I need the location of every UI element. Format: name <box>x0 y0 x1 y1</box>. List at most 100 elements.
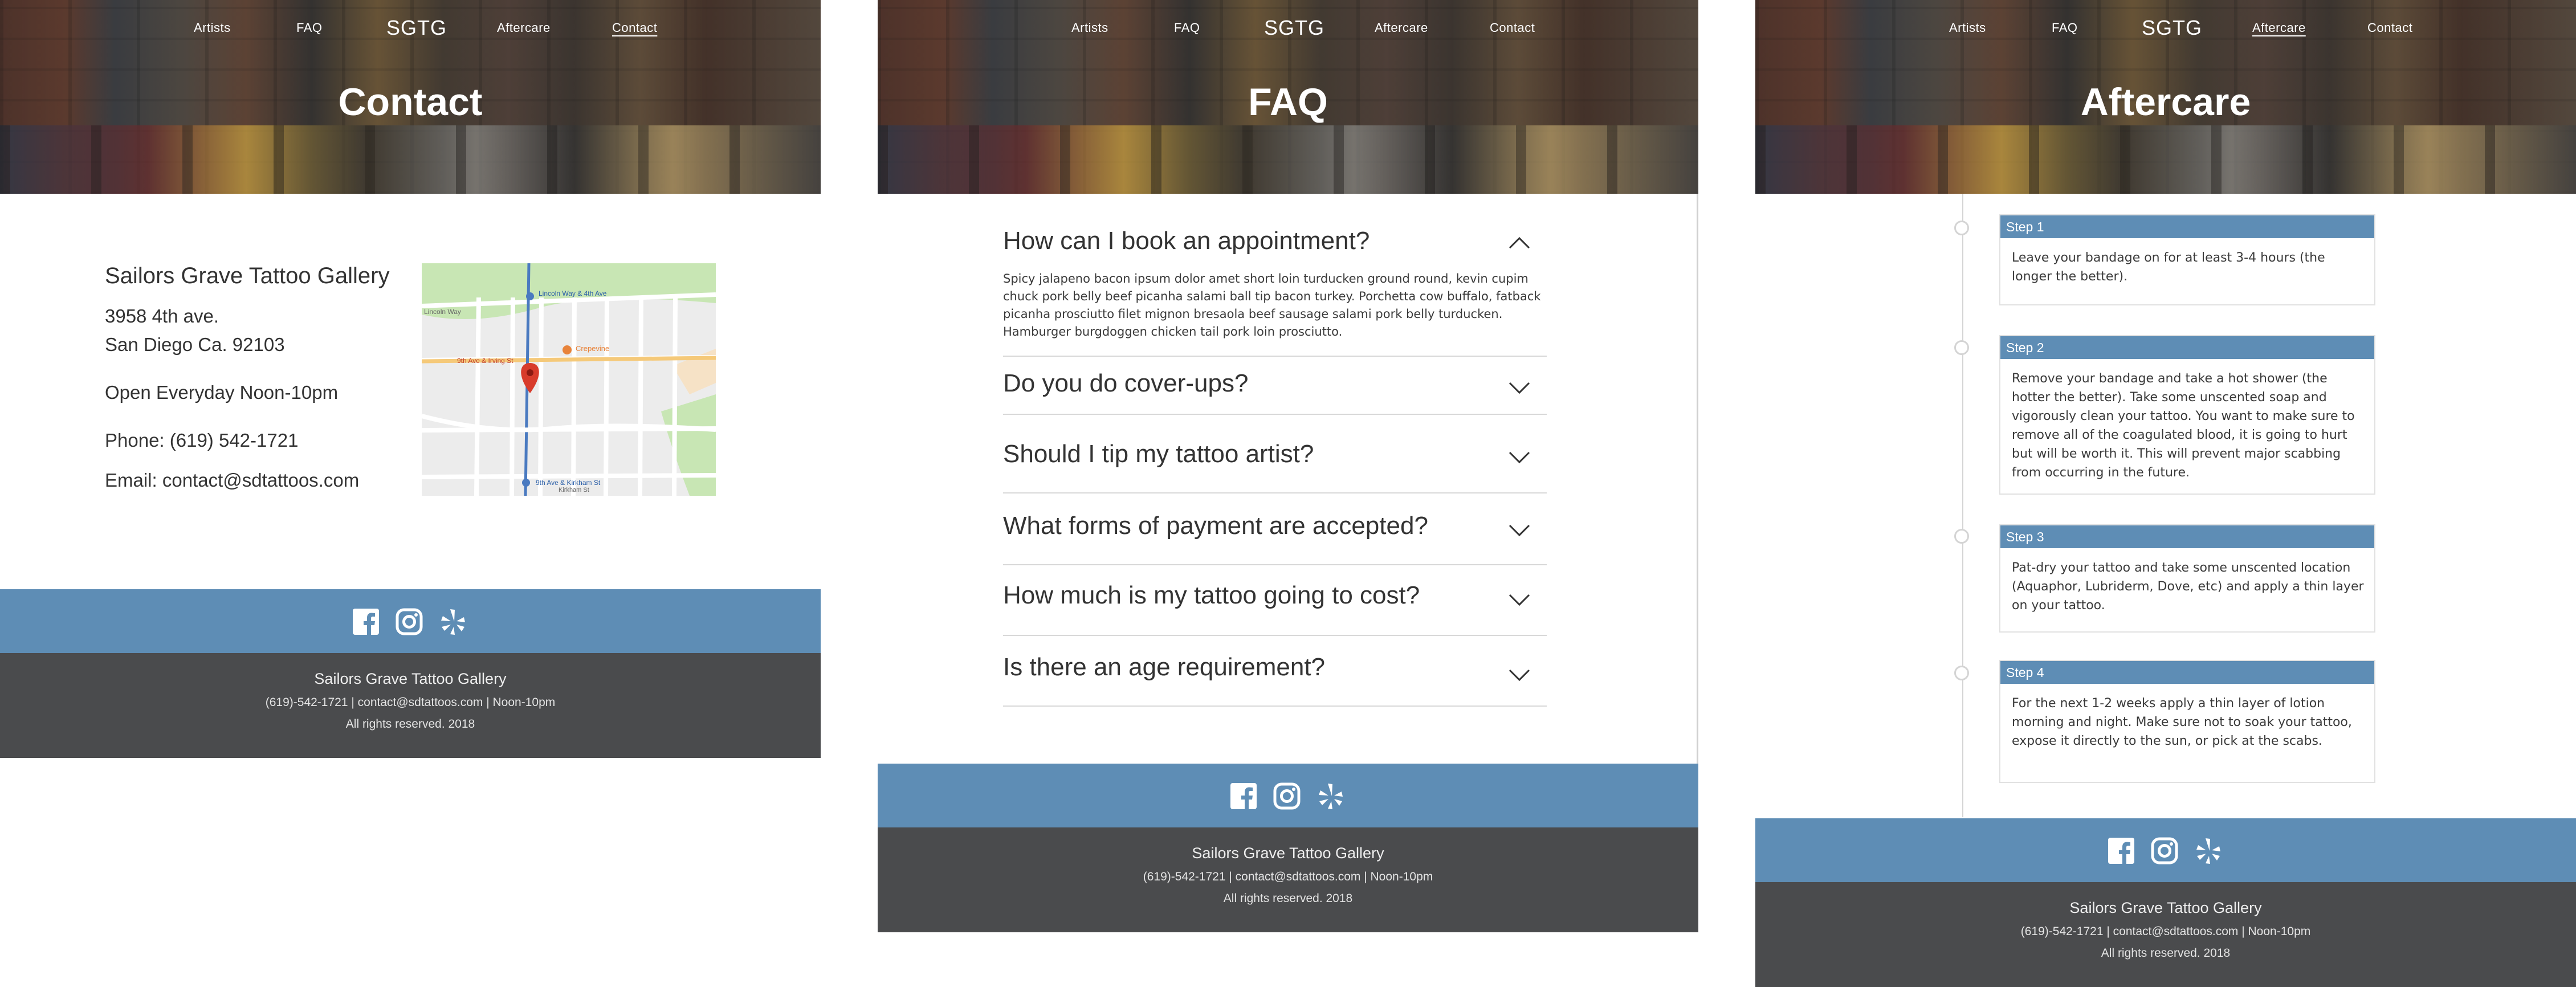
site-logo[interactable]: SGTG <box>1264 16 1324 40</box>
nav-contact-link[interactable]: Contact <box>1490 21 1535 35</box>
faq-question[interactable]: Do you do cover-ups? <box>1003 369 1248 398</box>
step-label: Step 1 <box>2000 215 2374 238</box>
map-label: Crepevine <box>576 344 610 353</box>
page-title: FAQ <box>1248 80 1328 124</box>
nav-contact-link[interactable]: Contact <box>2367 21 2412 35</box>
map-graphic <box>422 263 716 496</box>
faq-question[interactable]: Is there an age requirement? <box>1003 653 1325 682</box>
aftercare-step: Step 2 Remove your bandage and take a ho… <box>1999 335 2375 495</box>
nav-aftercare-link[interactable]: Aftercare <box>497 21 551 35</box>
nav-aftercare-link[interactable]: Aftercare <box>2252 21 2306 35</box>
yelp-icon[interactable] <box>2194 837 2222 864</box>
email-text[interactable]: Email: contact@sdtattoos.com <box>105 470 359 491</box>
timeline-dot <box>1954 529 1969 544</box>
footer-info: Sailors Grave Tattoo Gallery (619)-542-1… <box>1755 882 2576 987</box>
chevron-down-icon[interactable] <box>1508 381 1531 394</box>
footer-social-bar <box>0 589 821 653</box>
footer-social-bar <box>878 764 1698 827</box>
faq-question[interactable]: How can I book an appointment? <box>1003 227 1369 255</box>
footer-business-name: Sailors Grave Tattoo Gallery <box>1192 845 1384 862</box>
nav-faq-link[interactable]: FAQ <box>1174 21 1200 35</box>
faq-divider <box>1003 564 1547 565</box>
step-text: Remove your bandage and take a hot showe… <box>2012 372 2355 480</box>
nav-artists-link[interactable]: Artists <box>194 21 231 35</box>
nav-faq-link[interactable]: FAQ <box>2052 21 2078 35</box>
footer-contact-line: (619)-542-1721 | contact@sdtattoos.com |… <box>265 696 556 709</box>
nav-aftercare-link[interactable]: Aftercare <box>1375 21 1428 35</box>
chevron-down-icon[interactable] <box>1508 523 1531 537</box>
top-nav: Artists FAQ SGTG Aftercare Contact <box>1755 16 2576 41</box>
chevron-down-icon[interactable] <box>1508 450 1531 464</box>
contact-page: Artists FAQ SGTG Aftercare Contact Conta… <box>0 0 821 758</box>
aftercare-step: Step 3 Pat-dry your tattoo and take some… <box>1999 524 2375 633</box>
instagram-icon[interactable] <box>1273 782 1301 810</box>
address-line-2: San Diego Ca. 92103 <box>105 334 285 355</box>
phone-text[interactable]: Phone: (619) 542-1721 <box>105 430 298 451</box>
facebook-icon[interactable] <box>2108 837 2135 864</box>
site-logo[interactable]: SGTG <box>386 16 447 40</box>
hero-banner: Artists FAQ SGTG Aftercare Contact FAQ <box>878 0 1698 194</box>
chevron-down-icon[interactable] <box>1508 668 1531 682</box>
footer-contact-line: (619)-542-1721 | contact@sdtattoos.com |… <box>1143 870 1433 883</box>
footer-copyright: All rights reserved. 2018 <box>2101 947 2231 960</box>
location-map[interactable]: Lincoln Way & 4th Ave Lincoln Way 9th Av… <box>422 263 716 496</box>
top-nav: Artists FAQ SGTG Aftercare Contact <box>0 16 821 41</box>
faq-question[interactable]: How much is my tattoo going to cost? <box>1003 581 1420 610</box>
aftercare-step: Step 4 For the next 1-2 weeks apply a th… <box>1999 660 2375 783</box>
instagram-icon[interactable] <box>2151 837 2178 864</box>
footer-copyright: All rights reserved. 2018 <box>345 717 475 731</box>
top-nav: Artists FAQ SGTG Aftercare Contact <box>878 16 1698 41</box>
faq-divider <box>1003 414 1547 415</box>
hero-storefront-image <box>1755 125 2576 194</box>
hours-text: Open Everyday Noon-10pm <box>105 382 339 403</box>
map-label: Kirkham St <box>559 487 589 494</box>
map-label: 9th Ave & Kirkham St <box>536 479 601 487</box>
nav-faq-link[interactable]: FAQ <box>296 21 323 35</box>
facebook-icon[interactable] <box>1230 782 1257 810</box>
footer-info: Sailors Grave Tattoo Gallery (619)-542-1… <box>878 827 1698 932</box>
page-title: Aftercare <box>2080 80 2251 124</box>
faq-divider <box>1003 635 1547 636</box>
hero-banner: Artists FAQ SGTG Aftercare Contact After… <box>1755 0 2576 194</box>
faq-divider <box>1003 705 1547 707</box>
faq-answer: Spicy jalapeno bacon ipsum dolor amet sh… <box>1003 272 1541 338</box>
timeline-line <box>1962 194 1963 817</box>
faq-divider <box>1003 492 1547 494</box>
step-text: Pat-dry your tattoo and take some unscen… <box>2012 561 2364 613</box>
faq-question[interactable]: Should I tip my tattoo artist? <box>1003 440 1314 468</box>
aftercare-page: Artists FAQ SGTG Aftercare Contact After… <box>1755 0 2576 987</box>
hero-storefront-image <box>878 125 1698 194</box>
map-label: Lincoln Way & 4th Ave <box>539 289 607 297</box>
instagram-icon[interactable] <box>396 608 423 635</box>
chevron-down-icon[interactable] <box>1508 593 1531 606</box>
business-name: Sailors Grave Tattoo Gallery <box>105 263 390 288</box>
step-text: Leave your bandage on for at least 3-4 h… <box>2012 251 2325 284</box>
site-logo[interactable]: SGTG <box>2142 16 2202 40</box>
footer-social-bar <box>1755 818 2576 882</box>
step-label: Step 4 <box>2000 661 2374 684</box>
faq-divider <box>1003 356 1547 357</box>
page-title: Contact <box>338 80 483 124</box>
map-label: 9th Ave & Irving St <box>457 357 513 365</box>
nav-artists-link[interactable]: Artists <box>1071 21 1108 35</box>
timeline-dot <box>1954 666 1969 680</box>
yelp-icon[interactable] <box>1316 782 1344 810</box>
faq-page: Artists FAQ SGTG Aftercare Contact FAQ H… <box>878 0 1698 932</box>
nav-artists-link[interactable]: Artists <box>1949 21 1986 35</box>
address-line-1: 3958 4th ave. <box>105 305 219 327</box>
aftercare-step: Step 1 Leave your bandage on for at leas… <box>1999 214 2375 305</box>
hero-banner: Artists FAQ SGTG Aftercare Contact Conta… <box>0 0 821 194</box>
nav-contact-link[interactable]: Contact <box>612 21 657 35</box>
chevron-up-icon[interactable] <box>1508 236 1531 250</box>
step-label: Step 3 <box>2000 525 2374 548</box>
hero-storefront-image <box>0 125 821 194</box>
faq-question[interactable]: What forms of payment are accepted? <box>1003 512 1428 540</box>
step-label: Step 2 <box>2000 336 2374 359</box>
footer-business-name: Sailors Grave Tattoo Gallery <box>314 670 507 687</box>
footer-contact-line: (619)-542-1721 | contact@sdtattoos.com |… <box>2020 925 2311 938</box>
footer-copyright: All rights reserved. 2018 <box>1223 892 1353 905</box>
footer-business-name: Sailors Grave Tattoo Gallery <box>2069 899 2262 916</box>
facebook-icon[interactable] <box>352 608 380 635</box>
yelp-icon[interactable] <box>439 608 466 635</box>
timeline-dot <box>1954 221 1969 235</box>
